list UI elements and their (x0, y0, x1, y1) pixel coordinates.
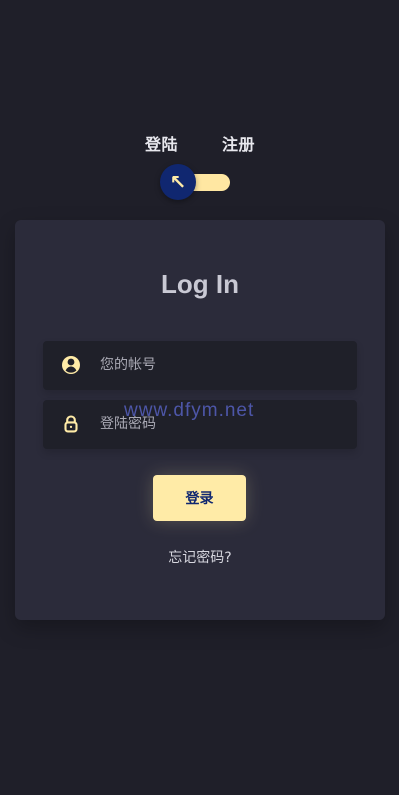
toggle-knob-arrow-icon[interactable]: ↖ (160, 164, 196, 200)
forgot-password-link[interactable]: 忘记密码? (15, 549, 385, 567)
login-register-switch[interactable]: 登陆 注册 ↖ (0, 127, 399, 200)
watermark-text: www.dfym.net (124, 400, 255, 421)
username-input[interactable] (100, 341, 340, 390)
register-mode-label[interactable]: 注册 (222, 131, 255, 155)
login-page: 登陆 注册 ↖ Log In 您的帐号 登录 忘记密码? www.dfym.ne… (0, 0, 399, 795)
login-title: Log In (161, 269, 239, 299)
username-field[interactable] (43, 341, 357, 390)
lock-icon (61, 414, 81, 434)
login-submit-button[interactable]: 登录 (153, 475, 246, 521)
user-circle-icon (61, 355, 81, 375)
login-mode-label[interactable]: 登陆 (145, 131, 178, 155)
mode-labels: 登陆 注册 (145, 131, 260, 154)
